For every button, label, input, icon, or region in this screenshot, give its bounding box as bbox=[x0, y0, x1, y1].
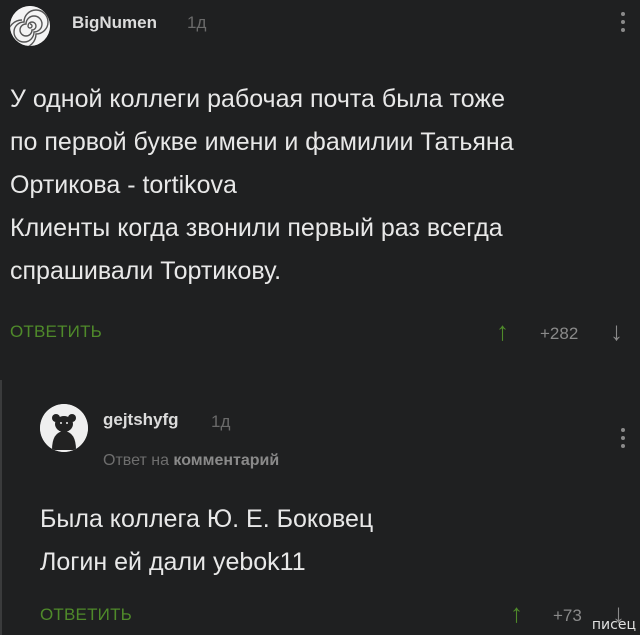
comment-score: +282 bbox=[540, 324, 579, 343]
comment-author[interactable]: BigNumen bbox=[72, 13, 157, 33]
comment-time: 1д bbox=[211, 412, 231, 431]
reply-to-prefix: Ответ на bbox=[103, 452, 169, 469]
more-options-icon[interactable] bbox=[620, 428, 626, 452]
upvote-arrow-icon[interactable]: ↑ bbox=[496, 318, 509, 344]
downvote-arrow-icon[interactable]: ↓ bbox=[610, 318, 623, 344]
bear-avatar-icon[interactable] bbox=[40, 404, 88, 452]
reply-button[interactable]: ОТВЕТИТЬ bbox=[10, 322, 102, 342]
reply-to-link[interactable]: комментарий bbox=[173, 452, 279, 469]
reply-button[interactable]: ОТВЕТИТЬ bbox=[40, 605, 132, 625]
thread-line[interactable] bbox=[0, 380, 6, 635]
comment-bignumen: BigNumen 1д У одной коллеги рабочая почт… bbox=[0, 0, 640, 380]
comment-text: У одной коллеги рабочая почта была тоже … bbox=[10, 85, 514, 285]
spiral-avatar-icon[interactable] bbox=[10, 6, 50, 46]
comment-time: 1д bbox=[187, 13, 207, 32]
comment-gejtshyfg: gejtshyfg 1д Ответ на комментарий Была к… bbox=[0, 380, 640, 635]
more-options-icon[interactable] bbox=[620, 12, 626, 36]
reply-to-label: Ответ на комментарий bbox=[103, 452, 279, 470]
watermark: писец bbox=[591, 617, 636, 633]
comment-score: +73 bbox=[553, 606, 582, 625]
upvote-arrow-icon[interactable]: ↑ bbox=[510, 600, 523, 626]
comment-text: Была коллега Ю. Е. Боковец Логин ей дали… bbox=[40, 505, 374, 576]
comment-author[interactable]: gejtshyfg bbox=[103, 410, 179, 430]
